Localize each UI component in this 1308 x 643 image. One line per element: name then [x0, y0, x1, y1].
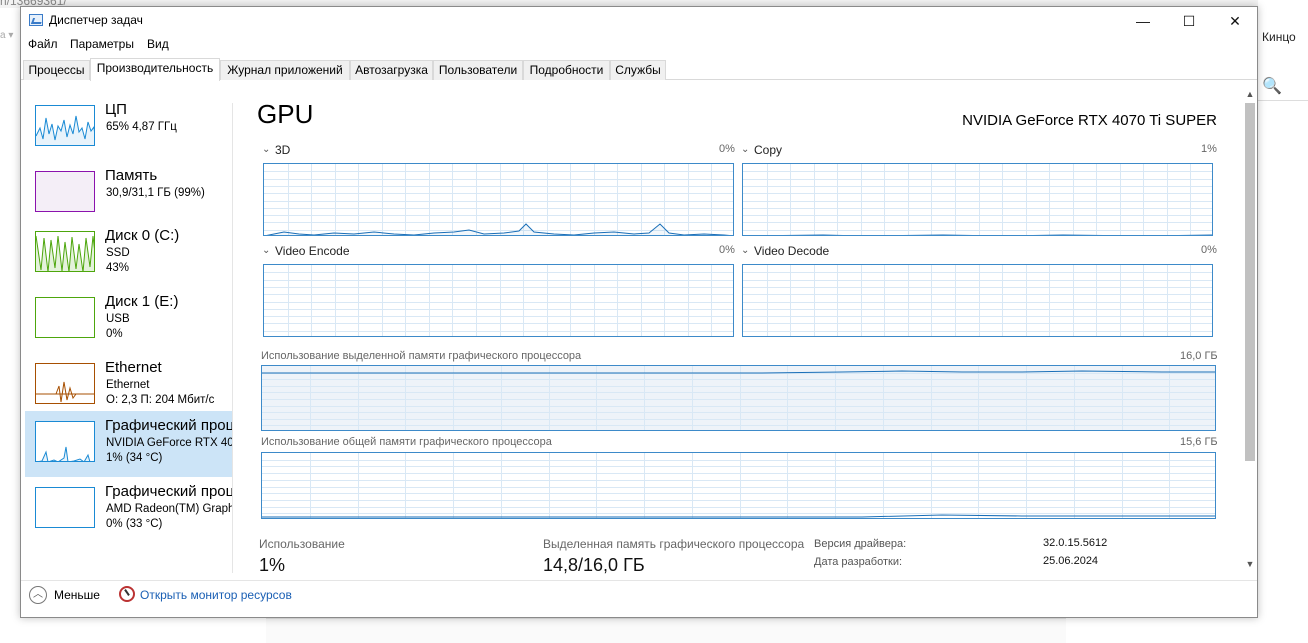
scroll-down-icon[interactable]: ▼	[1243, 557, 1257, 571]
task-manager-icon	[29, 14, 43, 26]
tab-app-history[interactable]: Журнал приложений	[220, 60, 350, 80]
engine-label-copy[interactable]: Copy	[754, 143, 782, 157]
shared-memory-graph	[261, 452, 1216, 519]
driver-version-value: 32.0.15.5612	[1043, 537, 1108, 549]
usage-label: Использование	[259, 537, 345, 551]
tab-services[interactable]: Службы	[610, 60, 666, 80]
sidebar-item-gpu-0[interactable]: Графический процессор 0 NVIDIA GeForce R…	[25, 411, 233, 477]
sidebar-item-detail: 0% (33 °C)	[106, 518, 163, 530]
browser-right-area	[1258, 0, 1308, 643]
dedicated-memory-stat-label: Выделенная память графического процессор…	[543, 537, 805, 551]
engine-label-video-decode[interactable]: Video Decode	[754, 244, 829, 258]
tab-processes[interactable]: Процессы	[23, 60, 90, 80]
sidebar-item-title: ЦП	[105, 101, 127, 118]
sidebar-item-title: Ethernet	[105, 359, 162, 376]
tab-startup[interactable]: Автозагрузка	[350, 60, 433, 80]
driver-date-label: Дата разработки:	[814, 556, 903, 568]
gpu1-thumbnail-graph	[35, 487, 95, 528]
sidebar-item-detail: SSD	[106, 247, 130, 259]
shared-memory-label: Использование общей памяти графического …	[261, 436, 552, 448]
tab-strip: Процессы Производительность Журнал прило…	[21, 58, 1257, 81]
collapse-icon[interactable]: ︿	[29, 586, 47, 604]
disk1-thumbnail-graph	[35, 297, 95, 338]
sidebar-item-detail: О: 2,3 П: 204 Мбит/с	[106, 394, 215, 406]
sidebar-item-gpu-1[interactable]: Графический процессор 1 AMD Radeon(TM) G…	[25, 483, 233, 549]
dedicated-memory-label: Использование выделенной памяти графичес…	[261, 350, 582, 362]
usage-value: 1%	[259, 555, 286, 575]
search-icon[interactable]: 🔍	[1262, 76, 1282, 96]
sidebar-item-detail: 30,9/31,1 ГБ (99%)	[106, 187, 205, 199]
sidebar-item-title: Графический процессор 1	[105, 483, 233, 500]
sidebar-item-detail: AMD Radeon(TM) Graphics	[106, 503, 233, 515]
resource-sidebar: ЦП 65% 4,87 ГГц Память 30,9/31,1 ГБ (99%…	[21, 97, 233, 567]
sidebar-item-detail: 43%	[106, 262, 130, 274]
cpu-thumbnail-graph	[35, 105, 95, 146]
sidebar-item-title: Диск 1 (E:)	[105, 293, 179, 310]
tab-performance[interactable]: Производительность	[90, 58, 220, 81]
dedicated-memory-graph	[261, 365, 1216, 431]
chevron-down-icon[interactable]: ⌄	[741, 144, 749, 155]
maximize-button[interactable]: ☐	[1166, 7, 1212, 35]
close-button[interactable]: ✕	[1212, 7, 1258, 35]
sidebar-item-detail: 65% 4,87 ГГц	[106, 121, 177, 133]
fewer-details-button[interactable]: Меньше	[54, 588, 100, 602]
menu-options[interactable]: Параметры	[70, 37, 134, 51]
engine-graph-copy	[742, 163, 1213, 236]
driver-version-label: Версия драйвера:	[814, 538, 907, 550]
sidebar-item-detail: 0%	[106, 328, 123, 340]
disk0-thumbnail-graph	[35, 231, 95, 272]
scroll-up-icon[interactable]: ▲	[1243, 87, 1257, 101]
engine-graph-3d	[263, 163, 734, 236]
browser-side-text: а ▾	[0, 30, 14, 41]
ethernet-thumbnail-graph	[35, 363, 95, 404]
dedicated-memory-max: 16,0 ГБ	[1180, 350, 1218, 362]
sidebar-item-memory[interactable]: Память 30,9/31,1 ГБ (99%)	[25, 167, 233, 233]
gpu0-thumbnail-graph	[35, 421, 95, 462]
tab-details[interactable]: Подробности	[523, 60, 610, 80]
browser-tab-text[interactable]: Кинцо	[1262, 30, 1296, 44]
chevron-down-icon[interactable]: ⌄	[262, 144, 270, 155]
sidebar-item-title: Диск 0 (C:)	[105, 227, 180, 244]
shared-memory-max: 15,6 ГБ	[1180, 436, 1218, 448]
sidebar-item-detail: NVIDIA GeForce RTX 4070 Ti SUPER	[106, 437, 233, 449]
browser-divider	[1258, 100, 1308, 101]
page-title: GPU	[257, 99, 314, 129]
engine-label-video-encode[interactable]: Video Encode	[275, 244, 350, 258]
sidebar-item-detail: 1% (34 °C)	[106, 452, 163, 464]
sidebar-divider	[232, 103, 233, 573]
engine-percent-video-decode: 0%	[1201, 244, 1217, 256]
menu-view[interactable]: Вид	[147, 37, 169, 51]
sidebar-item-disk-1[interactable]: Диск 1 (E:) USB 0%	[25, 293, 233, 359]
engine-graph-video-decode	[742, 264, 1213, 337]
engine-percent-video-encode: 0%	[719, 244, 735, 256]
engine-graph-video-encode	[263, 264, 734, 337]
minimize-button[interactable]: —	[1120, 7, 1166, 35]
sidebar-item-detail: USB	[106, 313, 130, 325]
title-bar[interactable]: Диспетчер задач — ☐ ✕	[21, 7, 1257, 35]
memory-thumbnail-graph	[35, 171, 95, 212]
footer-bar: ︿ Меньше Открыть монитор ресурсов	[21, 580, 1257, 616]
window-title: Диспетчер задач	[49, 13, 143, 27]
sidebar-item-title: Память	[105, 167, 158, 184]
sidebar-item-disk-0[interactable]: Диск 0 (C:) SSD 43%	[25, 227, 233, 293]
vertical-scrollbar[interactable]: ▲ ▼	[1243, 87, 1257, 571]
sidebar-item-detail: Ethernet	[106, 379, 150, 391]
gpu-model-name: NVIDIA GeForce RTX 4070 Ti SUPER	[962, 112, 1217, 129]
chevron-down-icon[interactable]: ⌄	[262, 245, 270, 256]
open-resource-monitor-link[interactable]: Открыть монитор ресурсов	[140, 588, 292, 602]
engine-label-3d[interactable]: 3D	[275, 143, 290, 157]
engine-percent-copy: 1%	[1201, 143, 1217, 155]
sidebar-item-cpu[interactable]: ЦП 65% 4,87 ГГц	[25, 101, 233, 167]
dedicated-memory-stat-value: 14,8/16,0 ГБ	[543, 555, 645, 575]
resource-monitor-icon[interactable]	[119, 586, 135, 602]
menu-file[interactable]: Файл	[28, 37, 58, 51]
scrollbar-thumb[interactable]	[1245, 103, 1255, 461]
chevron-down-icon[interactable]: ⌄	[741, 245, 749, 256]
sidebar-item-title: Графический процессор 0	[105, 417, 233, 434]
task-manager-window: Диспетчер задач — ☐ ✕ Файл Параметры Вид…	[20, 6, 1258, 618]
browser-bottom-strip	[266, 618, 1066, 643]
engine-percent-3d: 0%	[719, 143, 735, 155]
driver-date-value: 25.06.2024	[1043, 555, 1099, 567]
tab-users[interactable]: Пользователи	[433, 60, 523, 80]
